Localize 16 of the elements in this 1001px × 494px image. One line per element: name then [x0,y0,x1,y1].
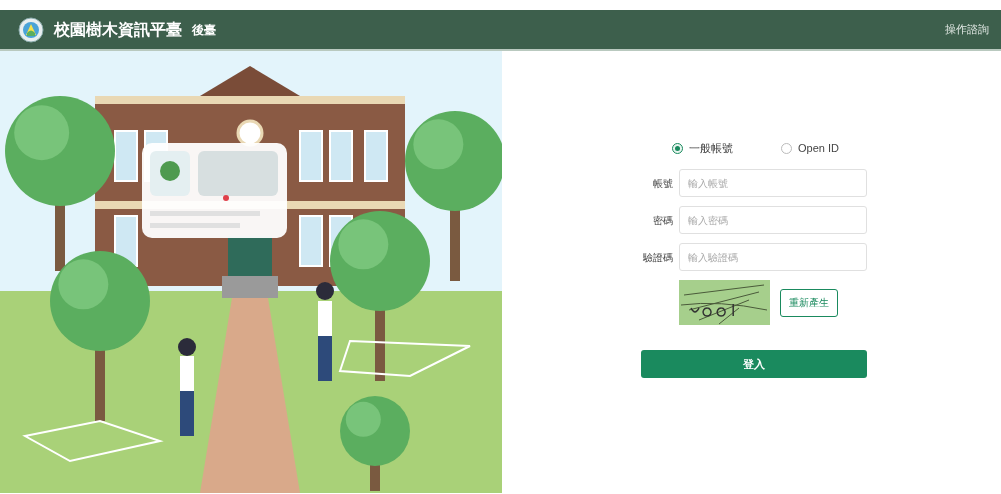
login-type-radio[interactable]: 一般帳號 [672,139,733,157]
field-label: 密碼 [652,213,674,228]
login-button[interactable]: 登入 [641,350,867,378]
radio-icon[interactable] [672,142,683,154]
login-type-radio[interactable]: Open ID [781,139,839,157]
input-field[interactable]: 輸入帳號 [679,169,867,197]
input-field[interactable]: 輸入密碼 [679,206,867,234]
input-field[interactable]: 輸入驗證碼 [679,243,867,271]
site-subtitle: 後臺 [192,21,216,39]
site-title: 校園樹木資訊平臺 [54,19,182,40]
help-link[interactable]: 操作諮詢 [945,21,989,38]
logo-icon [18,16,44,43]
radio-icon[interactable] [781,142,792,154]
field-label: 帳號 [652,176,674,191]
regenerate-button[interactable]: 重新產生 [780,288,838,317]
field-label: 驗證碼 [642,250,674,265]
